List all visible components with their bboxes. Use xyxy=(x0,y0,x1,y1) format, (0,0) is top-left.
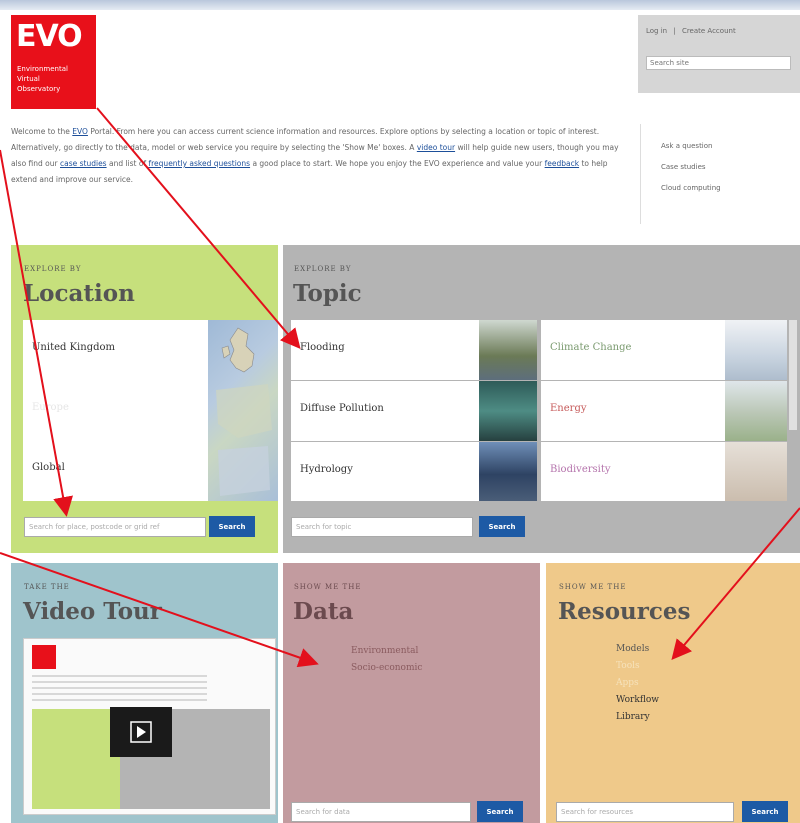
arrow-to-data-panel xyxy=(0,552,319,668)
arrow-to-resources xyxy=(671,507,800,661)
annotation-arrows xyxy=(0,107,800,668)
arrow-to-flooding xyxy=(96,107,301,350)
arrow-to-location-search xyxy=(0,149,73,517)
page: EVO Environmental Virtual Observatory Lo… xyxy=(0,0,800,823)
